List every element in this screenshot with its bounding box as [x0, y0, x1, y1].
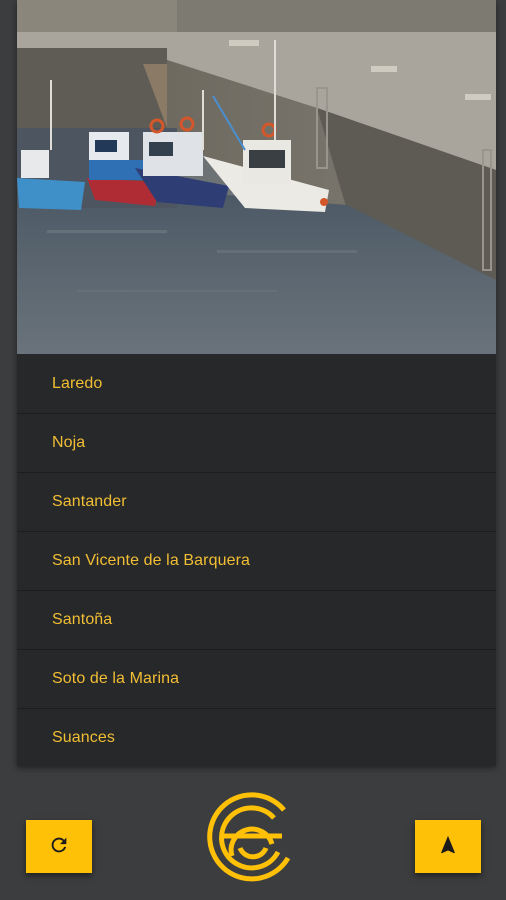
list-item-label: San Vicente de la Barquera	[52, 552, 250, 569]
list-item-suances[interactable]: Suances	[17, 708, 496, 766]
list-item-soto-de-la-marina[interactable]: Soto de la Marina	[17, 649, 496, 708]
location-list: Laredo Noja Santander San Vicente de la …	[17, 354, 496, 766]
locate-button[interactable]	[415, 820, 481, 873]
refresh-icon	[48, 834, 70, 859]
refresh-button[interactable]	[26, 820, 92, 873]
list-item-laredo[interactable]: Laredo	[17, 354, 496, 413]
harbour-scene	[17, 0, 496, 354]
list-item-santander[interactable]: Santander	[17, 472, 496, 531]
app-logo-icon	[206, 790, 300, 884]
list-item-label: Suances	[52, 729, 115, 746]
list-item-label: Santoña	[52, 611, 113, 628]
list-item-noja[interactable]: Noja	[17, 413, 496, 472]
list-item-label: Noja	[52, 434, 86, 451]
list-item-san-vicente[interactable]: San Vicente de la Barquera	[17, 531, 496, 590]
list-item-santona[interactable]: Santoña	[17, 590, 496, 649]
navigation-arrow-icon	[437, 834, 459, 859]
list-item-label: Laredo	[52, 374, 103, 392]
location-card: Laredo Noja Santander San Vicente de la …	[17, 0, 496, 766]
list-item-label: Soto de la Marina	[52, 670, 180, 687]
list-item-label: Santander	[52, 493, 127, 510]
app-root: Laredo Noja Santander San Vicente de la …	[0, 0, 506, 900]
webcam-image[interactable]	[17, 0, 496, 354]
